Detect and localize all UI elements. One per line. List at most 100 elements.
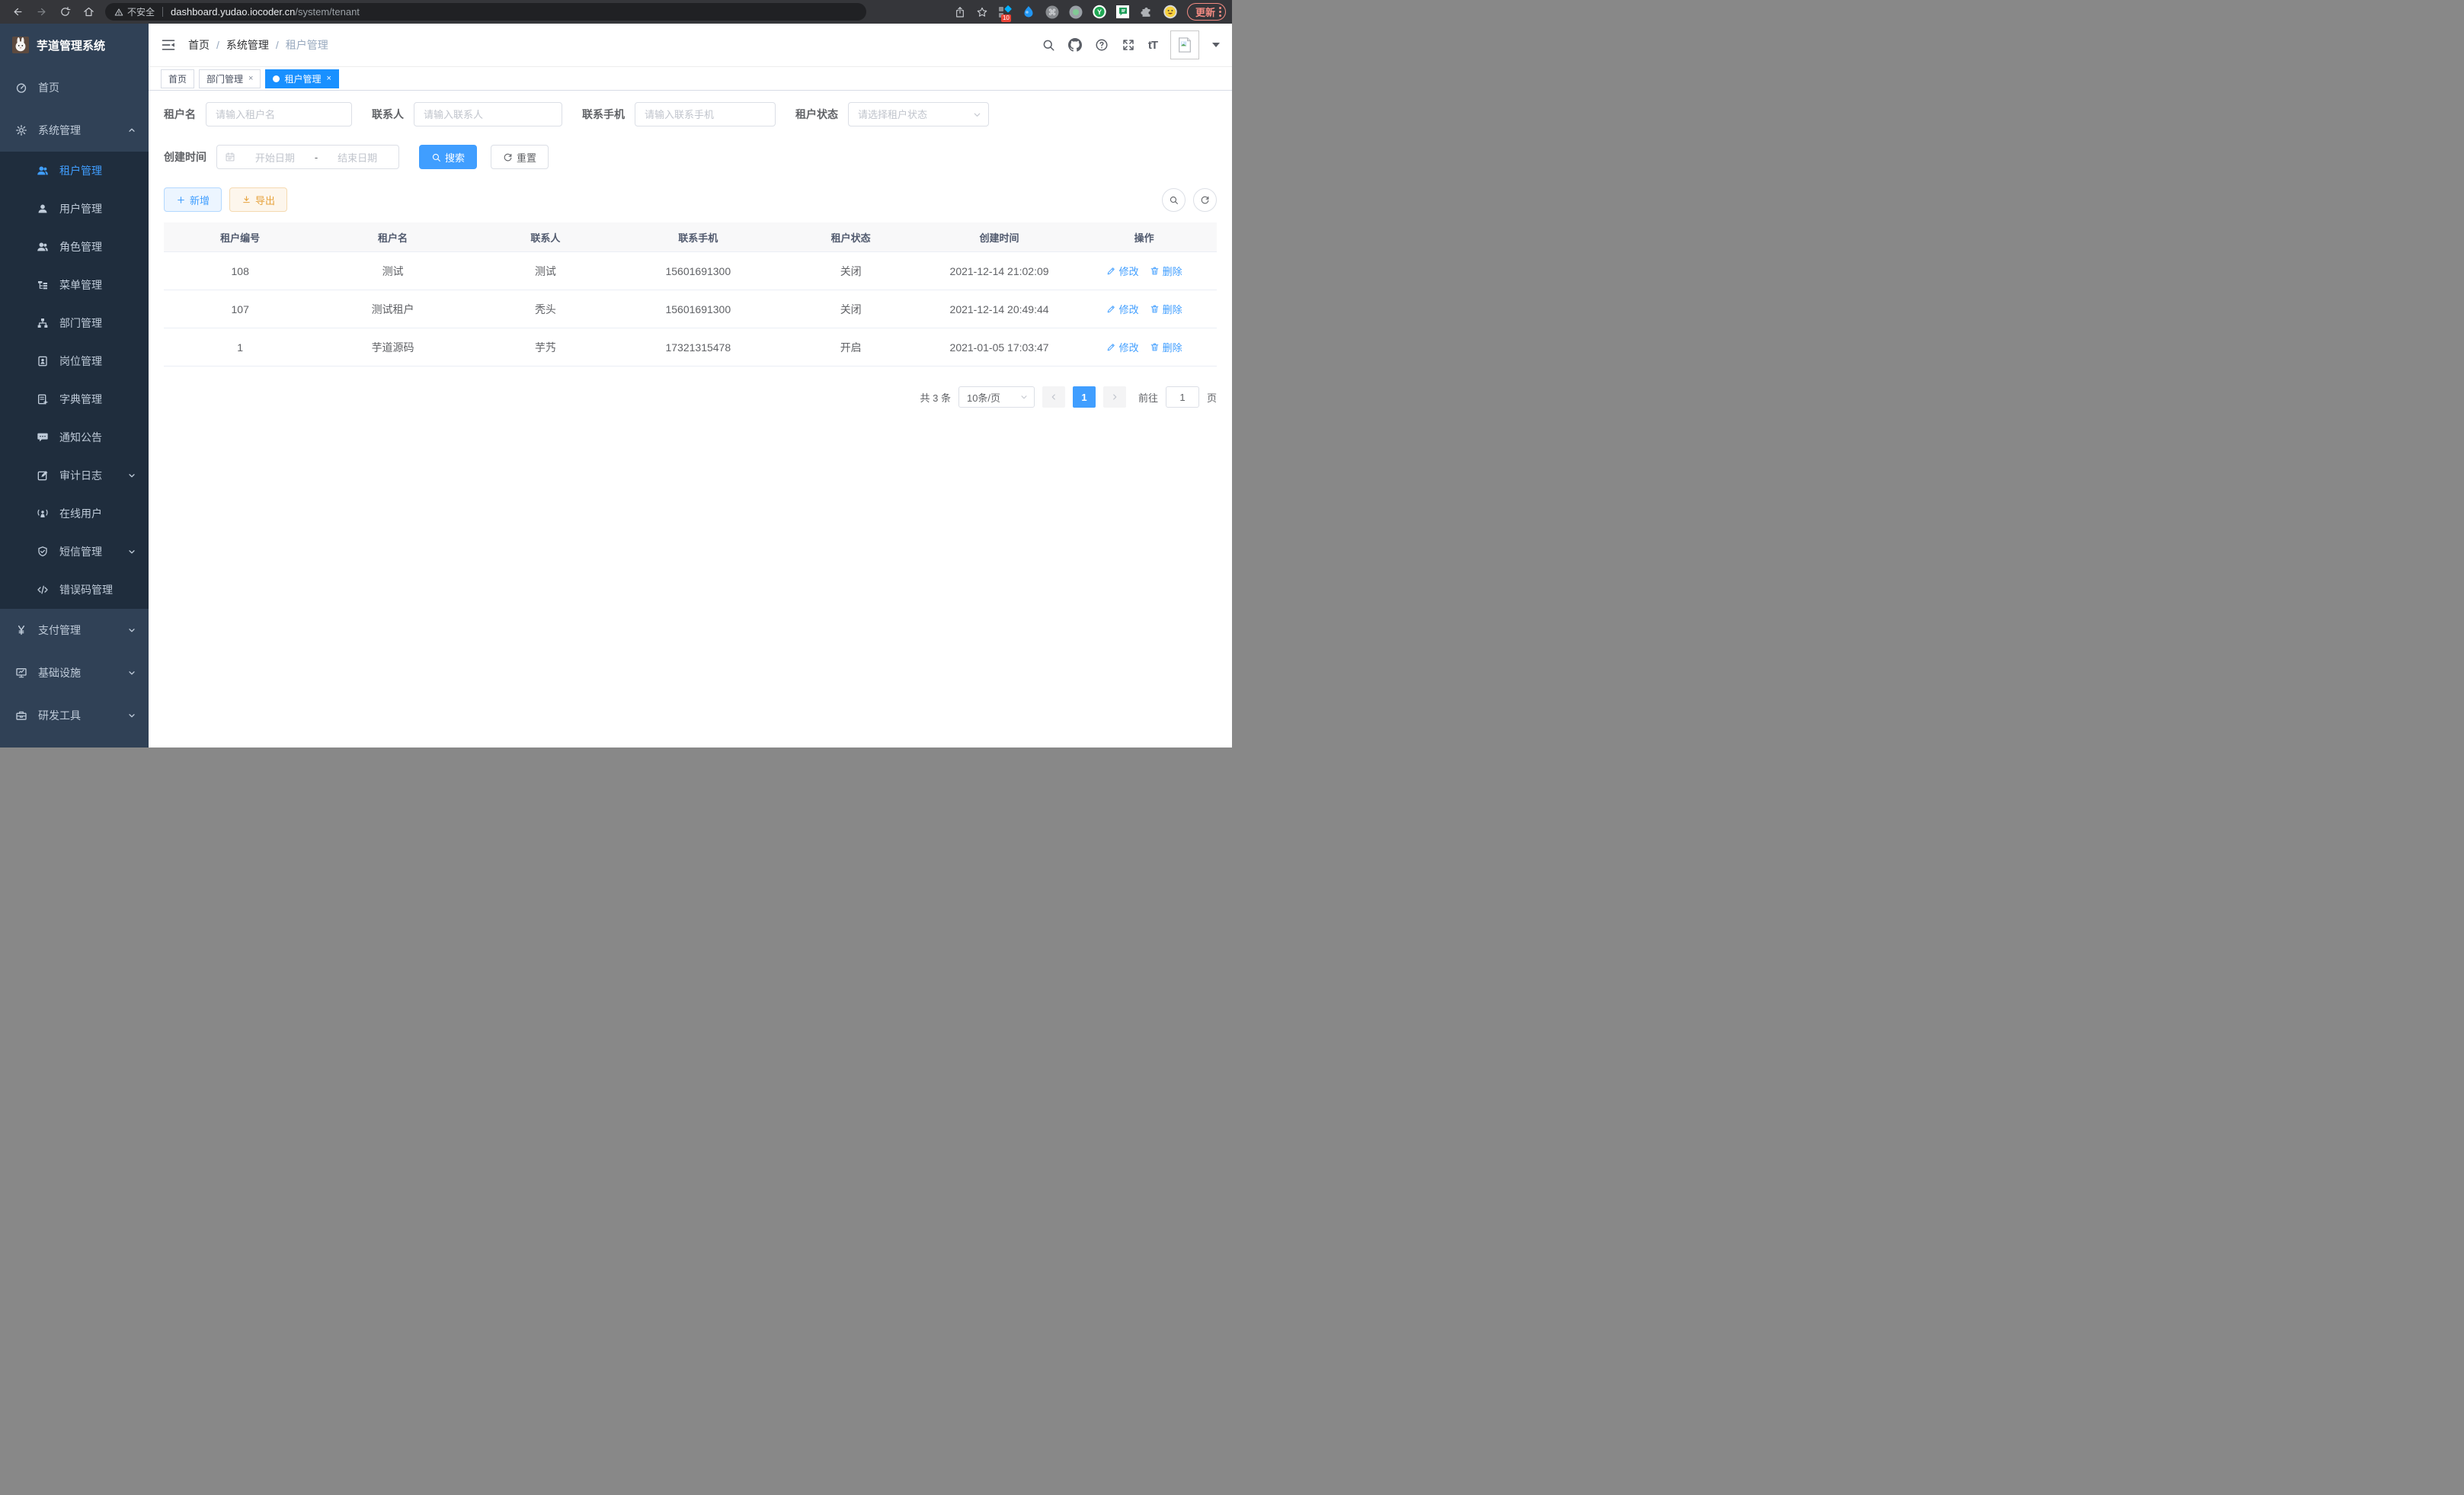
col-status: 租户状态: [775, 222, 927, 252]
col-actions: 操作: [1071, 222, 1217, 252]
search-button[interactable]: 搜索: [419, 145, 477, 169]
extension-recorder-icon[interactable]: [1069, 5, 1083, 19]
extension-grid-icon[interactable]: 10: [998, 5, 1012, 19]
col-tenant-name: 租户名: [316, 222, 469, 252]
create-time-range-picker[interactable]: 开始日期 - 结束日期: [216, 145, 399, 169]
chevron-down-icon: [972, 110, 982, 120]
github-icon[interactable]: [1068, 38, 1082, 52]
chrome-update-button[interactable]: 更新: [1187, 3, 1226, 21]
export-button[interactable]: 导出: [229, 187, 287, 212]
comment-icon: [37, 431, 49, 443]
tab-home[interactable]: 首页: [161, 69, 194, 88]
edit-link[interactable]: 修改: [1106, 302, 1139, 316]
extension-chat-icon[interactable]: [1116, 5, 1130, 19]
tab-tenant-mgmt[interactable]: 租户管理 ×: [265, 69, 338, 88]
warning-icon: [114, 8, 123, 17]
breadcrumb-home[interactable]: 首页: [188, 37, 210, 53]
user-icon: [37, 203, 49, 215]
sidebar-item-dept-mgmt[interactable]: 部门管理: [0, 304, 149, 342]
top-navbar: 首页 / 系统管理 / 租户管理 tT: [149, 24, 1232, 67]
status-select[interactable]: [848, 102, 989, 126]
chevron-down-icon: [127, 547, 136, 556]
share-icon[interactable]: [954, 6, 966, 18]
goto-label: 前往: [1138, 390, 1158, 405]
trash-icon: [1150, 266, 1160, 276]
dict-icon: [37, 393, 49, 405]
chevron-right-icon: [1110, 392, 1119, 402]
sidebar-item-menu-mgmt[interactable]: 菜单管理: [0, 266, 149, 304]
home-icon[interactable]: [83, 6, 94, 18]
sidebar-item-user-mgmt[interactable]: 用户管理: [0, 190, 149, 228]
status-label: 租户状态: [795, 107, 838, 122]
bookmark-star-icon[interactable]: [976, 6, 988, 18]
refresh-table-button[interactable]: [1193, 188, 1217, 212]
profile-avatar-icon[interactable]: [1163, 5, 1177, 19]
fullscreen-icon[interactable]: [1122, 38, 1135, 52]
toolbox-icon: [15, 709, 27, 722]
sidebar-item-tenant-mgmt[interactable]: 租户管理: [0, 152, 149, 190]
prev-page-button[interactable]: [1042, 386, 1065, 408]
sidebar-item-audit-log[interactable]: 审计日志: [0, 456, 149, 495]
reload-icon[interactable]: [59, 6, 71, 18]
extensions-puzzle-icon[interactable]: [1140, 5, 1154, 19]
url-text: dashboard.yudao.iocoder.cn/system/tenant: [171, 6, 360, 18]
toggle-search-button[interactable]: [1162, 188, 1186, 212]
close-icon[interactable]: ×: [326, 74, 331, 83]
sidebar-item-online-users[interactable]: 在线用户: [0, 495, 149, 533]
filter-row-1: 租户名 联系人 联系手机 租户状态: [164, 102, 1217, 126]
font-size-icon[interactable]: tT: [1148, 39, 1157, 52]
extension-y-icon[interactable]: Y: [1093, 5, 1106, 19]
breadcrumb-current: 租户管理: [286, 37, 328, 53]
search-icon[interactable]: [1042, 38, 1055, 52]
sidebar-item-infra[interactable]: 基础设施: [0, 651, 149, 694]
back-icon[interactable]: [12, 6, 24, 18]
extension-pin-icon[interactable]: [1022, 5, 1035, 19]
sidebar-item-home[interactable]: 首页: [0, 66, 149, 109]
sidebar-item-system[interactable]: 系统管理: [0, 109, 149, 152]
forward-icon[interactable]: [36, 6, 47, 18]
delete-link[interactable]: 删除: [1150, 264, 1182, 278]
edit-link[interactable]: 修改: [1106, 340, 1139, 354]
extension-command-icon[interactable]: ⌘: [1045, 5, 1059, 19]
chevron-up-icon: [127, 126, 136, 135]
sidebar-item-post-mgmt[interactable]: 岗位管理: [0, 342, 149, 380]
sidebar-item-errorcode-mgmt[interactable]: 错误码管理: [0, 571, 149, 609]
contact-input[interactable]: [414, 102, 562, 126]
goto-page-input[interactable]: [1166, 386, 1199, 408]
active-dot-icon: [273, 75, 280, 82]
calendar-icon: [225, 152, 235, 162]
sidebar-item-payment[interactable]: 支付管理: [0, 609, 149, 651]
plus-icon: [176, 195, 186, 205]
reset-button[interactable]: 重置: [491, 145, 549, 169]
address-bar[interactable]: 不安全 dashboard.yudao.iocoder.cn/system/te…: [105, 3, 866, 21]
delete-link[interactable]: 删除: [1150, 302, 1182, 316]
col-created: 创建时间: [927, 222, 1071, 252]
pagination-total: 共 3 条: [920, 390, 951, 405]
phone-input[interactable]: [635, 102, 776, 126]
user-avatar[interactable]: [1170, 30, 1199, 59]
sidebar-item-notice[interactable]: 通知公告: [0, 418, 149, 456]
sidebar-collapse-icon[interactable]: [161, 37, 176, 53]
sidebar-item-devtools[interactable]: 研发工具: [0, 694, 149, 737]
edit-link[interactable]: 修改: [1106, 264, 1139, 278]
delete-link[interactable]: 删除: [1150, 340, 1182, 354]
avatar-dropdown-caret-icon[interactable]: [1212, 43, 1220, 47]
phone-label: 联系手机: [582, 107, 625, 122]
next-page-button[interactable]: [1103, 386, 1126, 408]
chevron-down-icon: [1019, 392, 1029, 402]
help-icon[interactable]: [1095, 38, 1109, 52]
browser-chrome: 不安全 dashboard.yudao.iocoder.cn/system/te…: [0, 0, 1232, 24]
start-date-placeholder: 开始日期: [242, 150, 309, 165]
page-size-select[interactable]: 10条/页: [958, 386, 1035, 408]
page-number-1[interactable]: 1: [1073, 386, 1096, 408]
security-chip[interactable]: 不安全: [114, 5, 155, 18]
add-button[interactable]: 新增: [164, 187, 222, 212]
sidebar-item-sms-mgmt[interactable]: 短信管理: [0, 533, 149, 571]
tab-dept-mgmt[interactable]: 部门管理 ×: [199, 69, 261, 88]
sidebar-item-role-mgmt[interactable]: 角色管理: [0, 228, 149, 266]
sidebar-item-dict-mgmt[interactable]: 字典管理: [0, 380, 149, 418]
close-icon[interactable]: ×: [248, 74, 253, 83]
browser-menu-icon[interactable]: [1219, 7, 1221, 17]
breadcrumb-system[interactable]: 系统管理: [226, 37, 269, 53]
tenant-name-input[interactable]: [206, 102, 352, 126]
